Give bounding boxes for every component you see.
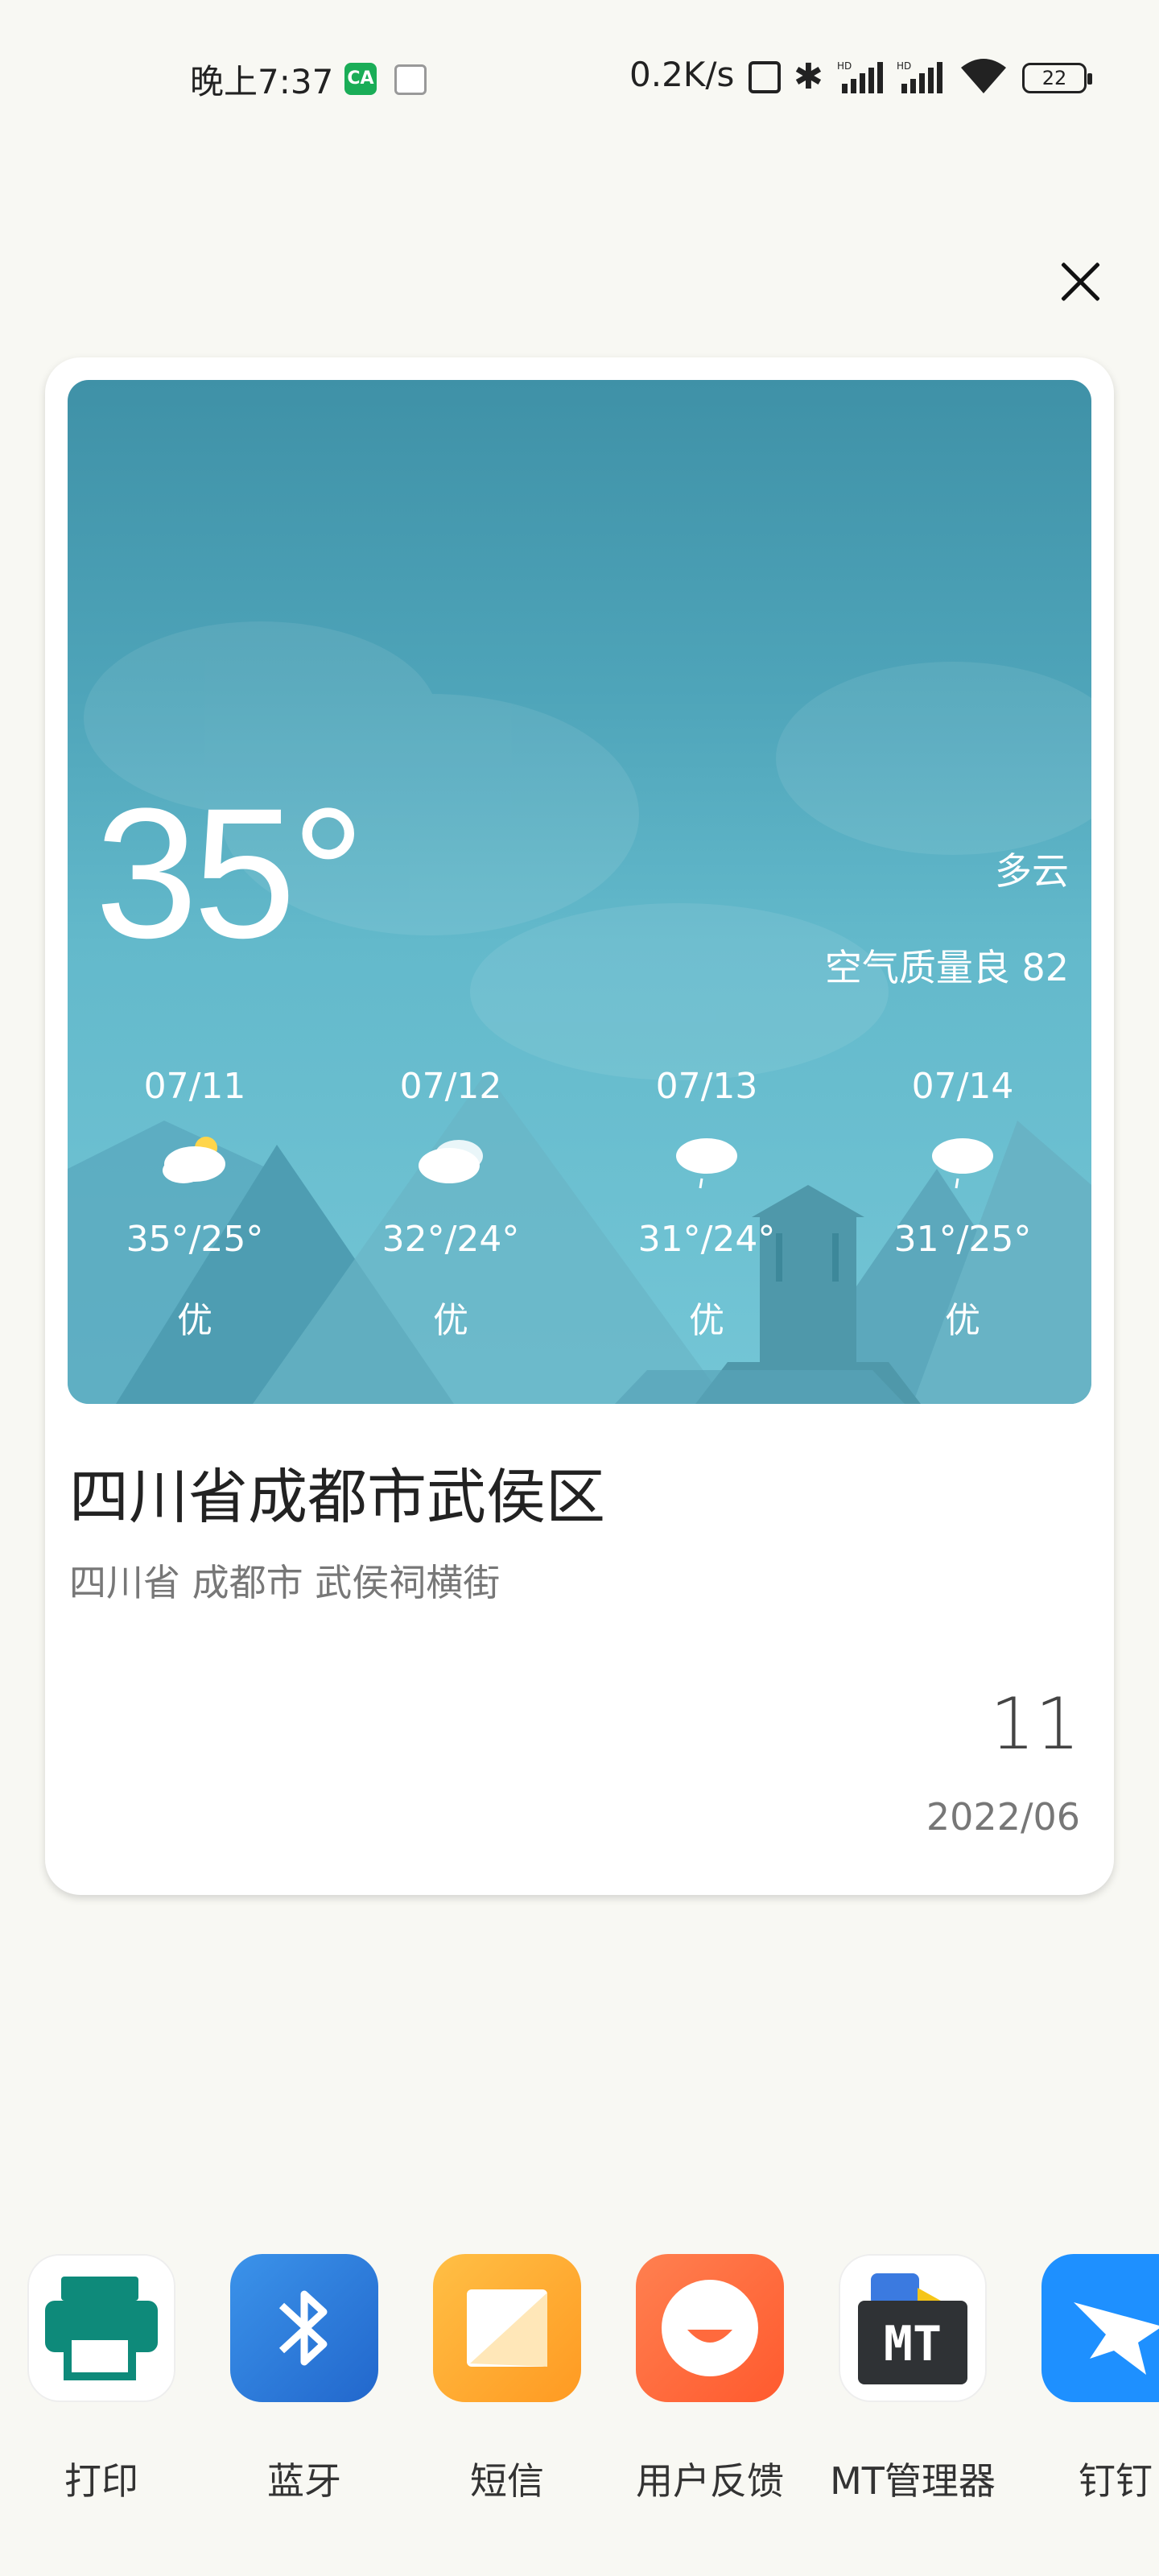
weather-panel[interactable]: 35° 多云 空气质量良 82 07/11 35°/25° 优 07/12 32… [68, 380, 1091, 1404]
app-bluetooth[interactable]: 蓝牙 [203, 2254, 396, 2520]
forecast-range: 31°/24° [637, 1219, 776, 1260]
forecast-date: 07/12 [399, 1066, 502, 1107]
app-mt-manager[interactable]: MT MT管理器 [811, 2254, 1004, 2520]
signal-icon: HD [837, 60, 883, 93]
app-label: MT管理器 [830, 2459, 996, 2503]
forecast-quality: 优 [177, 1300, 212, 1341]
signal-icon-2: HD [897, 60, 942, 93]
mt-manager-icon: MT [839, 2254, 987, 2402]
app-label: 短信 [470, 2459, 544, 2503]
share-app-row: 打印 蓝牙 短信 用户反馈 MT MT管理器 钉钉 [0, 2254, 1159, 2520]
light-rain-icon [866, 1114, 1059, 1219]
app-feedback[interactable]: 用户反馈 [608, 2254, 802, 2520]
nfc-icon [749, 61, 781, 93]
forecast-range: 31°/25° [893, 1219, 1032, 1260]
forecast-day: 07/11 35°/25° 优 [98, 1066, 291, 1343]
weather-condition: 多云 [995, 849, 1069, 893]
status-time: 晚上7:37 [190, 62, 334, 101]
forecast-date: 07/14 [911, 1066, 1014, 1107]
forecast-day: 07/14 31°/25° 优 [866, 1066, 1059, 1343]
forecast-day: 07/13 31°/24° 优 [610, 1066, 803, 1343]
location-subtitle: 四川省 成都市 武侯祠横街 [69, 1561, 501, 1604]
forecast-quality: 优 [689, 1300, 724, 1341]
network-speed: 0.2K/s [629, 55, 735, 94]
forecast-range: 32°/24° [382, 1219, 520, 1260]
app-label: 用户反馈 [636, 2459, 784, 2503]
app-label: 钉钉 [1079, 2459, 1153, 2503]
forecast-date: 07/11 [143, 1066, 246, 1107]
sms-icon [433, 2254, 581, 2402]
app-print[interactable]: 打印 [0, 2254, 193, 2520]
svg-text:HD: HD [897, 60, 911, 72]
feedback-icon [636, 2254, 784, 2402]
app-sms[interactable]: 短信 [406, 2254, 599, 2520]
forecast-range: 35°/25° [126, 1219, 264, 1260]
printer-icon [27, 2254, 175, 2402]
dingtalk-icon [1041, 2254, 1159, 2402]
app-label: 蓝牙 [267, 2459, 341, 2503]
partly-sunny-icon [98, 1114, 291, 1219]
date-year-month: 2022/06 [926, 1795, 1080, 1839]
svg-text:MT: MT [884, 2316, 942, 2372]
svg-text:HD: HD [837, 60, 852, 72]
notification-image-icon [394, 64, 427, 95]
date-day: 11 [990, 1682, 1080, 1765]
app-dingtalk[interactable]: 钉钉 [1014, 2254, 1159, 2520]
status-bar: 晚上7:37 CA 0.2K/s ✱ HD HD 22 [0, 0, 1159, 153]
current-temperature: 35° [95, 770, 365, 976]
app-label: 打印 [64, 2459, 138, 2503]
wifi-icon [961, 59, 1006, 93]
forecast-day: 07/12 32°/24° 优 [354, 1066, 547, 1343]
forecast-quality: 优 [945, 1300, 980, 1341]
forecast-date: 07/13 [655, 1066, 758, 1107]
light-rain-icon [610, 1114, 803, 1219]
battery-icon: 22 [1022, 63, 1092, 93]
bluetooth-status-icon: ✱ [794, 56, 823, 97]
location-title: 四川省成都市武侯区 [69, 1463, 605, 1532]
notification-app-icon: CA [344, 63, 377, 95]
close-icon[interactable] [1054, 256, 1106, 308]
air-quality: 空气质量良 82 [824, 946, 1069, 989]
cloudy-icon [354, 1114, 547, 1219]
bluetooth-icon [230, 2254, 378, 2402]
forecast-quality: 优 [433, 1300, 468, 1341]
